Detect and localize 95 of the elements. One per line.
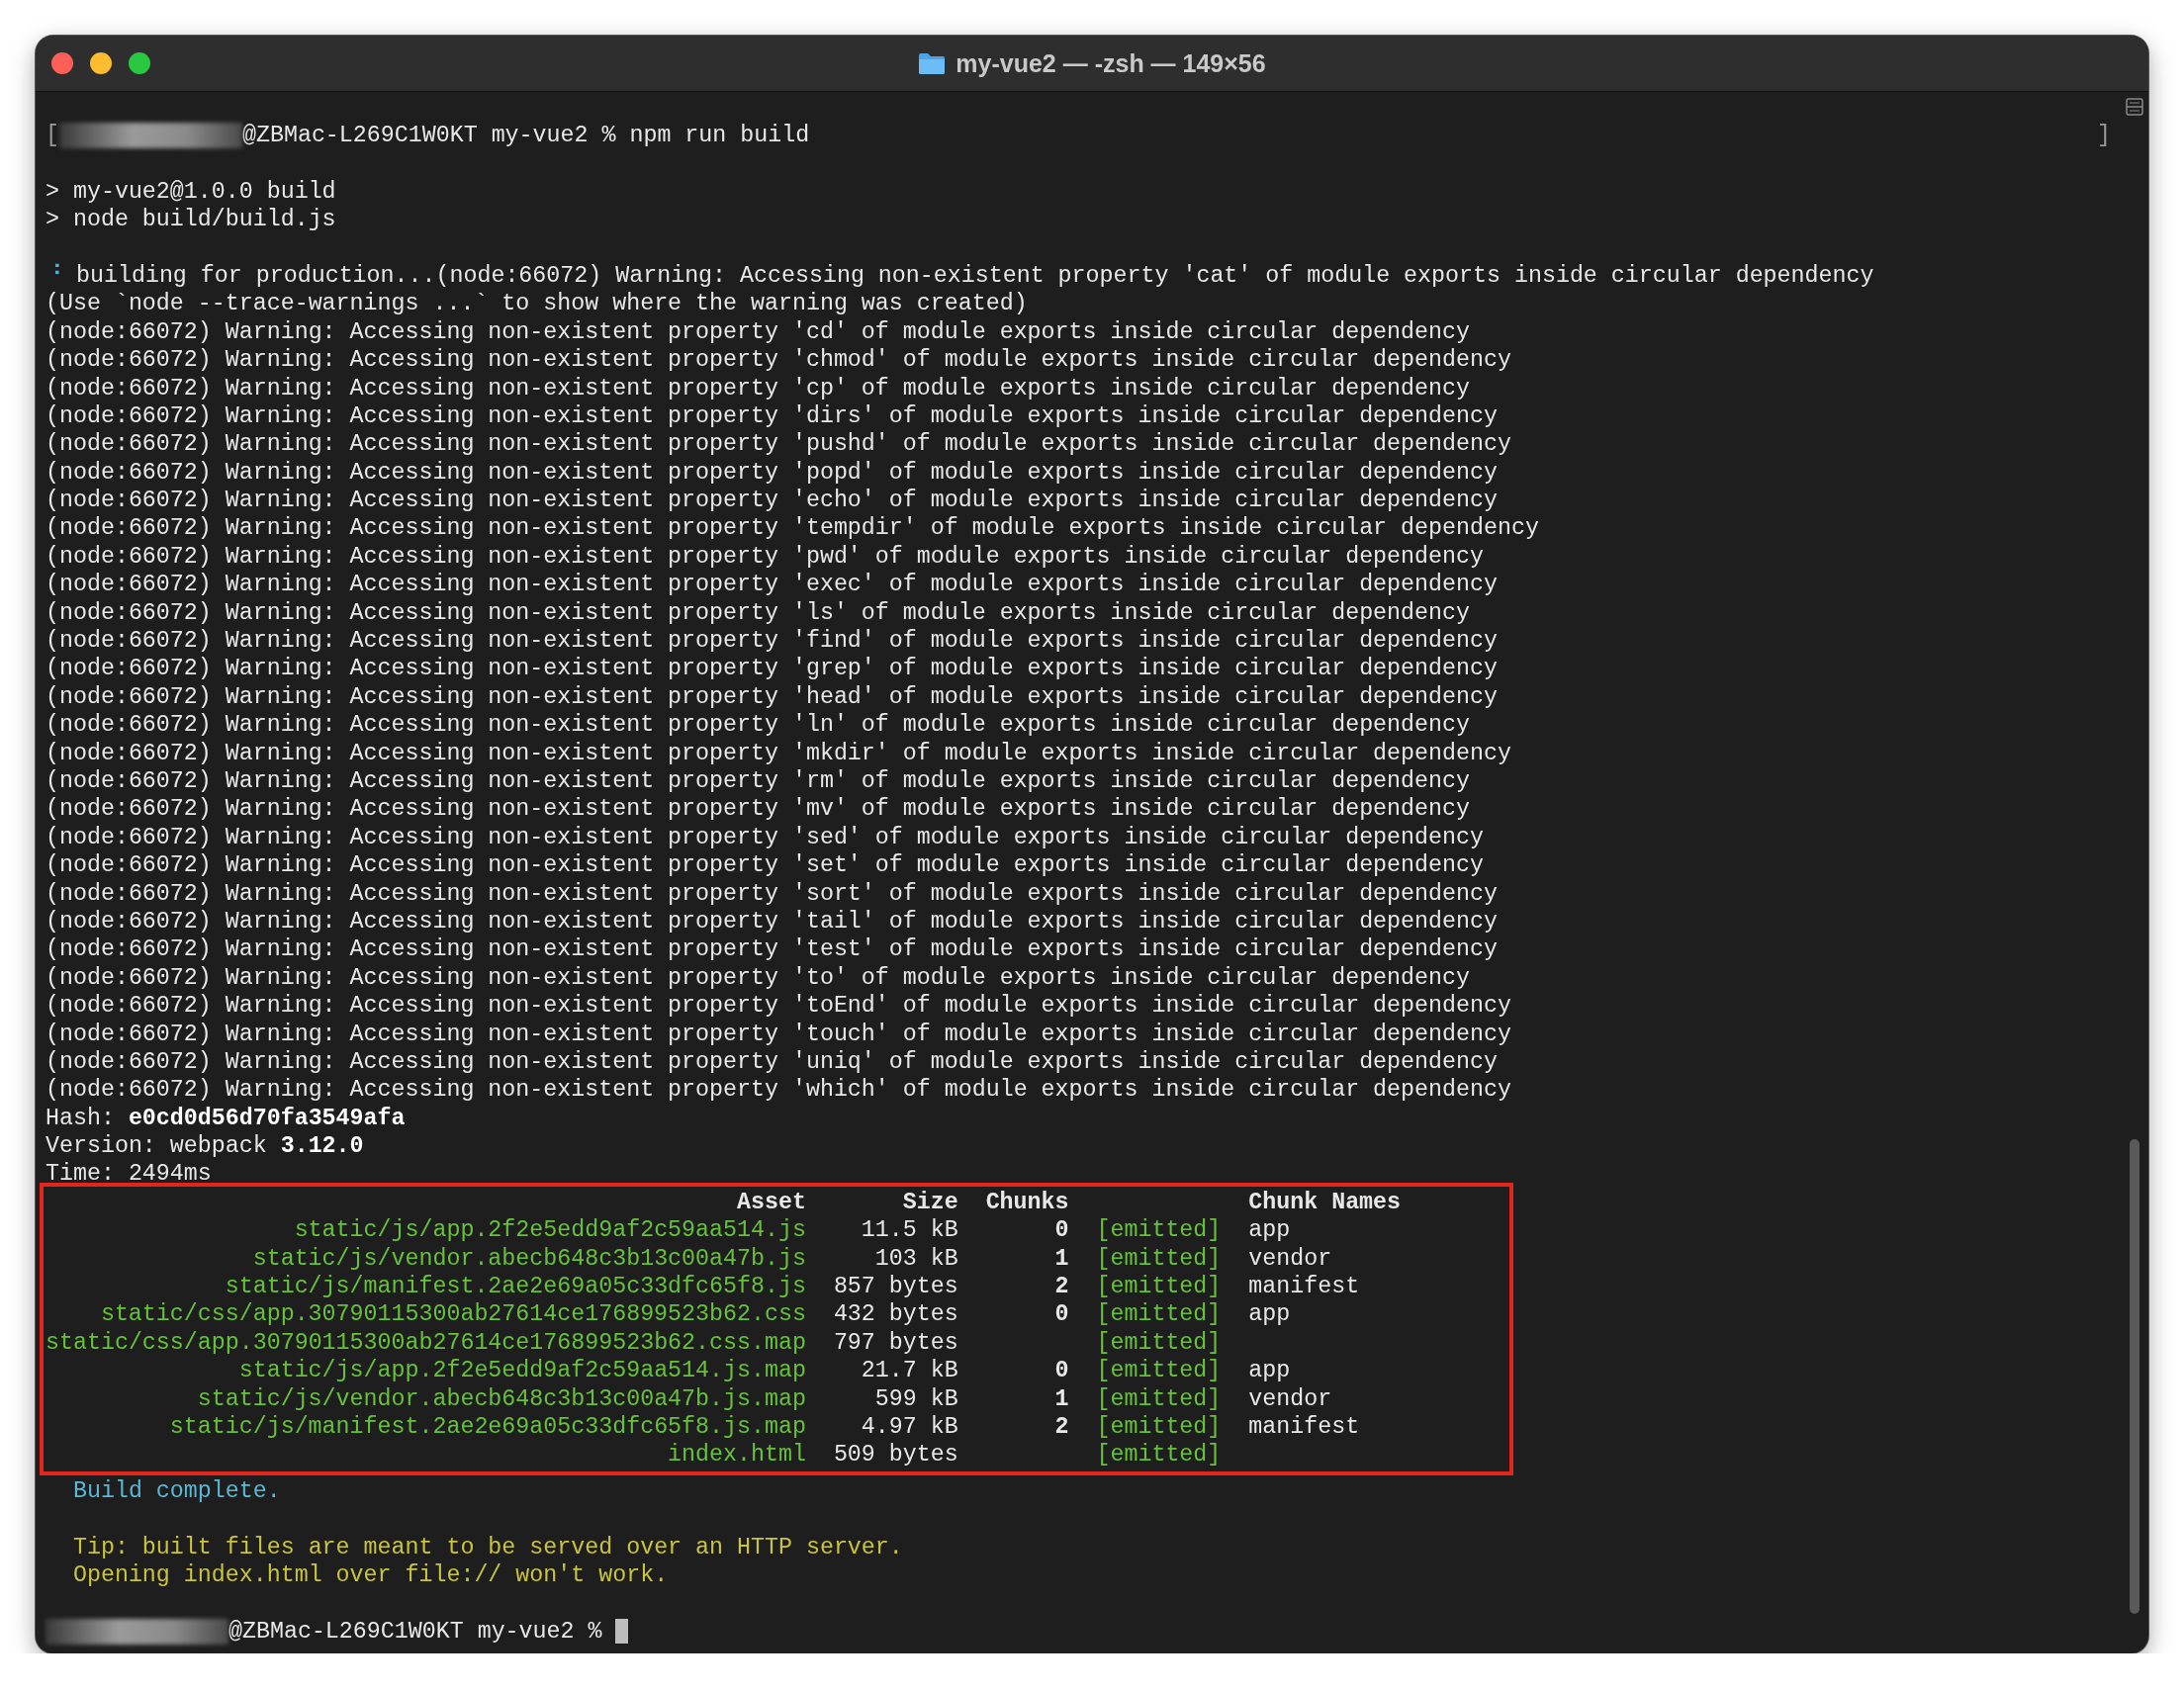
table-cell-text: static/js/manifest.2ae2e69a05c33dfc65f8.js.map xyxy=(168,1412,806,1442)
table-cell-text: index.html xyxy=(667,1441,806,1469)
column-header: Chunks xyxy=(984,1188,1069,1217)
table-cell-text: static/js/manifest.2ae2e69a05c33dfc65f8.js xyxy=(224,1273,806,1301)
terminal-line: (node:66072) Warning: Accessing non-existent property 'popd' of module exports inside circular dependency xyxy=(46,458,1498,488)
terminal-line: @ZBMac-L269C1W0KT my-vue2 % xyxy=(228,1617,602,1646)
table-cell-text: 2 xyxy=(1053,1273,1069,1301)
terminal-line: (node:66072) Warning: Accessing non-existent property 'find' of module exports inside circular dependency xyxy=(46,627,1498,656)
terminal-line: (node:66072) Warning: Accessing non-existent property 'tempdir' of module exports inside circular dependency xyxy=(46,514,1539,543)
terminal-line: Tip: built files are meant to be served over an HTTP server. xyxy=(71,1533,903,1561)
terminal-line: (node:66072) Warning: Accessing non-existent property 'grep' of module exports inside circular dependency xyxy=(46,655,1498,683)
terminal-line: building for production...(node:66072) Warning: Accessing non-existent property 'cat' of module exports inside circular dependency xyxy=(76,261,1874,291)
terminal-line: Version: webpack 3.12.0 xyxy=(46,1132,364,1161)
table-cell-text: 0 xyxy=(1053,1216,1069,1245)
table-cell-text: manifest xyxy=(1248,1273,1361,1301)
terminal-line: (Use `node --trace-warnings ...` to show where the warning was created) xyxy=(46,290,1028,318)
terminal-line: Hash: e0cd0d56d70fa3549afa xyxy=(46,1104,406,1133)
table-cell-text: app xyxy=(1248,1357,1292,1385)
table-cell-text: [emitted] xyxy=(1096,1300,1223,1329)
table-cell-text: 1 xyxy=(1053,1244,1069,1274)
terminal-line: (node:66072) Warning: Accessing non-existent property 'rm' of module exports inside circular dependency xyxy=(46,767,1470,796)
window-title: my-vue2 — -zsh — 149×56 xyxy=(956,48,1266,78)
table-cell-text: [emitted] xyxy=(1096,1216,1223,1245)
terminal-line: (node:66072) Warning: Accessing non-existent property 'to' of module exports inside circular dependency xyxy=(46,963,1470,993)
table-cell-text: [emitted] xyxy=(1096,1244,1223,1274)
terminal-line: (node:66072) Warning: Accessing non-existent property 'cp' of module exports inside circular dependency xyxy=(46,374,1470,402)
terminal-line: Build complete. xyxy=(71,1476,281,1506)
table-cell-text: static/js/vendor.abecb648c3b13c00a47b.js.map xyxy=(196,1384,806,1413)
table-cell-text: static/css/app.30790115300ab27614ce176899523b62.css xyxy=(99,1300,806,1329)
table-cell-text: 21.7 kB xyxy=(860,1357,958,1385)
terminal-line: Opening index.html over file:// won't work. xyxy=(71,1560,669,1590)
table-cell-text: static/js/vendor.abecb648c3b13c00a47b.js xyxy=(251,1244,806,1274)
terminal-line: (node:66072) Warning: Accessing non-existent property 'set' of module exports inside circular dependency xyxy=(46,851,1484,880)
terminal-line: (node:66072) Warning: Accessing non-existent property 'sed' of module exports inside circular dependency xyxy=(46,823,1484,852)
terminal-line: (node:66072) Warning: Accessing non-existent property 'toEnd' of module exports inside circular dependency xyxy=(46,992,1511,1021)
table-cell-text: static/js/app.2f2e5edd9af2c59aa514.js.map xyxy=(237,1357,806,1385)
table-cell-text: 103 kB xyxy=(873,1244,958,1274)
table-cell-text: 432 bytes xyxy=(832,1300,958,1329)
terminal-line: (node:66072) Warning: Accessing non-existent property 'test' of module exports inside circular dependency xyxy=(46,935,1498,964)
terminal-line: (node:66072) Warning: Accessing non-existent property 'touch' of module exports inside circular dependency xyxy=(46,1020,1511,1048)
table-cell-text: [emitted] xyxy=(1096,1328,1223,1358)
terminal-line: (node:66072) Warning: Accessing non-existent property 'dirs' of module exports inside circular dependency xyxy=(46,401,1498,431)
table-cell-text: [emitted] xyxy=(1096,1441,1223,1469)
table-cell-text: 797 bytes xyxy=(832,1328,958,1358)
table-cell-text: 0 xyxy=(1053,1357,1069,1385)
terminal-line: (node:66072) Warning: Accessing non-existent property 'uniq' of module exports inside circular dependency xyxy=(46,1047,1498,1077)
close-button[interactable] xyxy=(51,52,73,74)
table-cell-text: vendor xyxy=(1248,1244,1333,1274)
terminal-line: @ZBMac-L269C1W0KT my-vue2 % npm run build xyxy=(242,122,810,150)
bracket-mark: [ xyxy=(46,122,59,150)
table-cell-text: 11.5 kB xyxy=(860,1216,958,1245)
column-header: Chunk Names xyxy=(1248,1188,1403,1217)
terminal-line: (node:66072) Warning: Accessing non-existent property 'which' of module exports inside circular dependency xyxy=(46,1076,1511,1105)
table-cell-text: 1 xyxy=(1053,1384,1069,1413)
terminal-line: (node:66072) Warning: Accessing non-existent property 'echo' of module exports inside circular dependency xyxy=(46,487,1498,515)
terminal-line: (node:66072) Warning: Accessing non-existent property 'head' of module exports inside circular dependency xyxy=(46,682,1498,712)
table-cell-text: vendor xyxy=(1248,1384,1333,1413)
terminal-line: (node:66072) Warning: Accessing non-existent property 'cd' of module exports inside circular dependency xyxy=(46,317,1470,347)
table-cell-text: 857 bytes xyxy=(832,1273,958,1301)
table-cell-text: 0 xyxy=(1053,1300,1069,1329)
terminal-line: > node build/build.js xyxy=(46,206,336,234)
table-cell-text: 2 xyxy=(1053,1412,1069,1442)
table-cell-text: app xyxy=(1248,1216,1292,1245)
terminal-line: > my-vue2@1.0.0 build xyxy=(46,177,336,207)
table-cell-text: static/js/app.2f2e5edd9af2c59aa514.js xyxy=(293,1216,806,1245)
table-cell-text: [emitted] xyxy=(1096,1412,1223,1442)
minimize-button[interactable] xyxy=(90,52,112,74)
table-cell-text: app xyxy=(1248,1300,1292,1329)
terminal-line: (node:66072) Warning: Accessing non-existent property 'chmod' of module exports inside circular dependency xyxy=(46,346,1511,375)
terminal-line: (node:66072) Warning: Accessing non-existent property 'mv' of module exports inside circular dependency xyxy=(46,795,1470,824)
terminal-line: Time: 2494ms xyxy=(46,1160,212,1189)
table-cell: static/css/app.30790115300ab27614ce176899523b62.css.map xyxy=(46,1328,806,1358)
terminal-line: (node:66072) Warning: Accessing non-existent property 'mkdir' of module exports inside circular dependency xyxy=(46,739,1511,767)
terminal-line: (node:66072) Warning: Accessing non-existent property 'exec' of module exports inside circular dependency xyxy=(46,571,1498,599)
terminal-line: (node:66072) Warning: Accessing non-existent property 'sort' of module exports inside circular dependency xyxy=(46,879,1498,908)
column-header: Size xyxy=(901,1188,958,1217)
bracket-mark: ] xyxy=(2097,122,2111,150)
spinner-glyph: ⠘ xyxy=(46,261,62,291)
terminal-line: (node:66072) Warning: Accessing non-existent property 'pushd' of module exports inside circular dependency xyxy=(46,430,1511,459)
terminal-line: (node:66072) Warning: Accessing non-existent property 'pwd' of module exports inside circular dependency xyxy=(46,542,1484,572)
table-cell-text: manifest xyxy=(1248,1412,1361,1442)
terminal-line: (node:66072) Warning: Accessing non-existent property 'ln' of module exports inside circular dependency xyxy=(46,711,1470,740)
terminal-line: (node:66072) Warning: Accessing non-existent property 'ls' of module exports inside circular dependency xyxy=(46,598,1470,628)
scrollbar-thumb[interactable] xyxy=(2130,1139,2139,1614)
table-cell-text: [emitted] xyxy=(1096,1273,1223,1301)
folder-icon xyxy=(918,51,947,75)
split-pane-icon[interactable] xyxy=(2126,98,2143,116)
table-cell-text: 599 kB xyxy=(873,1384,958,1413)
table-cell-text: [emitted] xyxy=(1096,1384,1223,1413)
terminal-line: (node:66072) Warning: Accessing non-existent property 'tail' of module exports inside circular dependency xyxy=(46,907,1498,936)
table-cell-text: [emitted] xyxy=(1096,1357,1223,1385)
table-cell-text: 4.97 kB xyxy=(860,1412,958,1442)
column-header: Asset xyxy=(736,1188,806,1217)
table-cell-text: 509 bytes xyxy=(832,1441,958,1469)
zoom-button[interactable] xyxy=(129,52,150,74)
